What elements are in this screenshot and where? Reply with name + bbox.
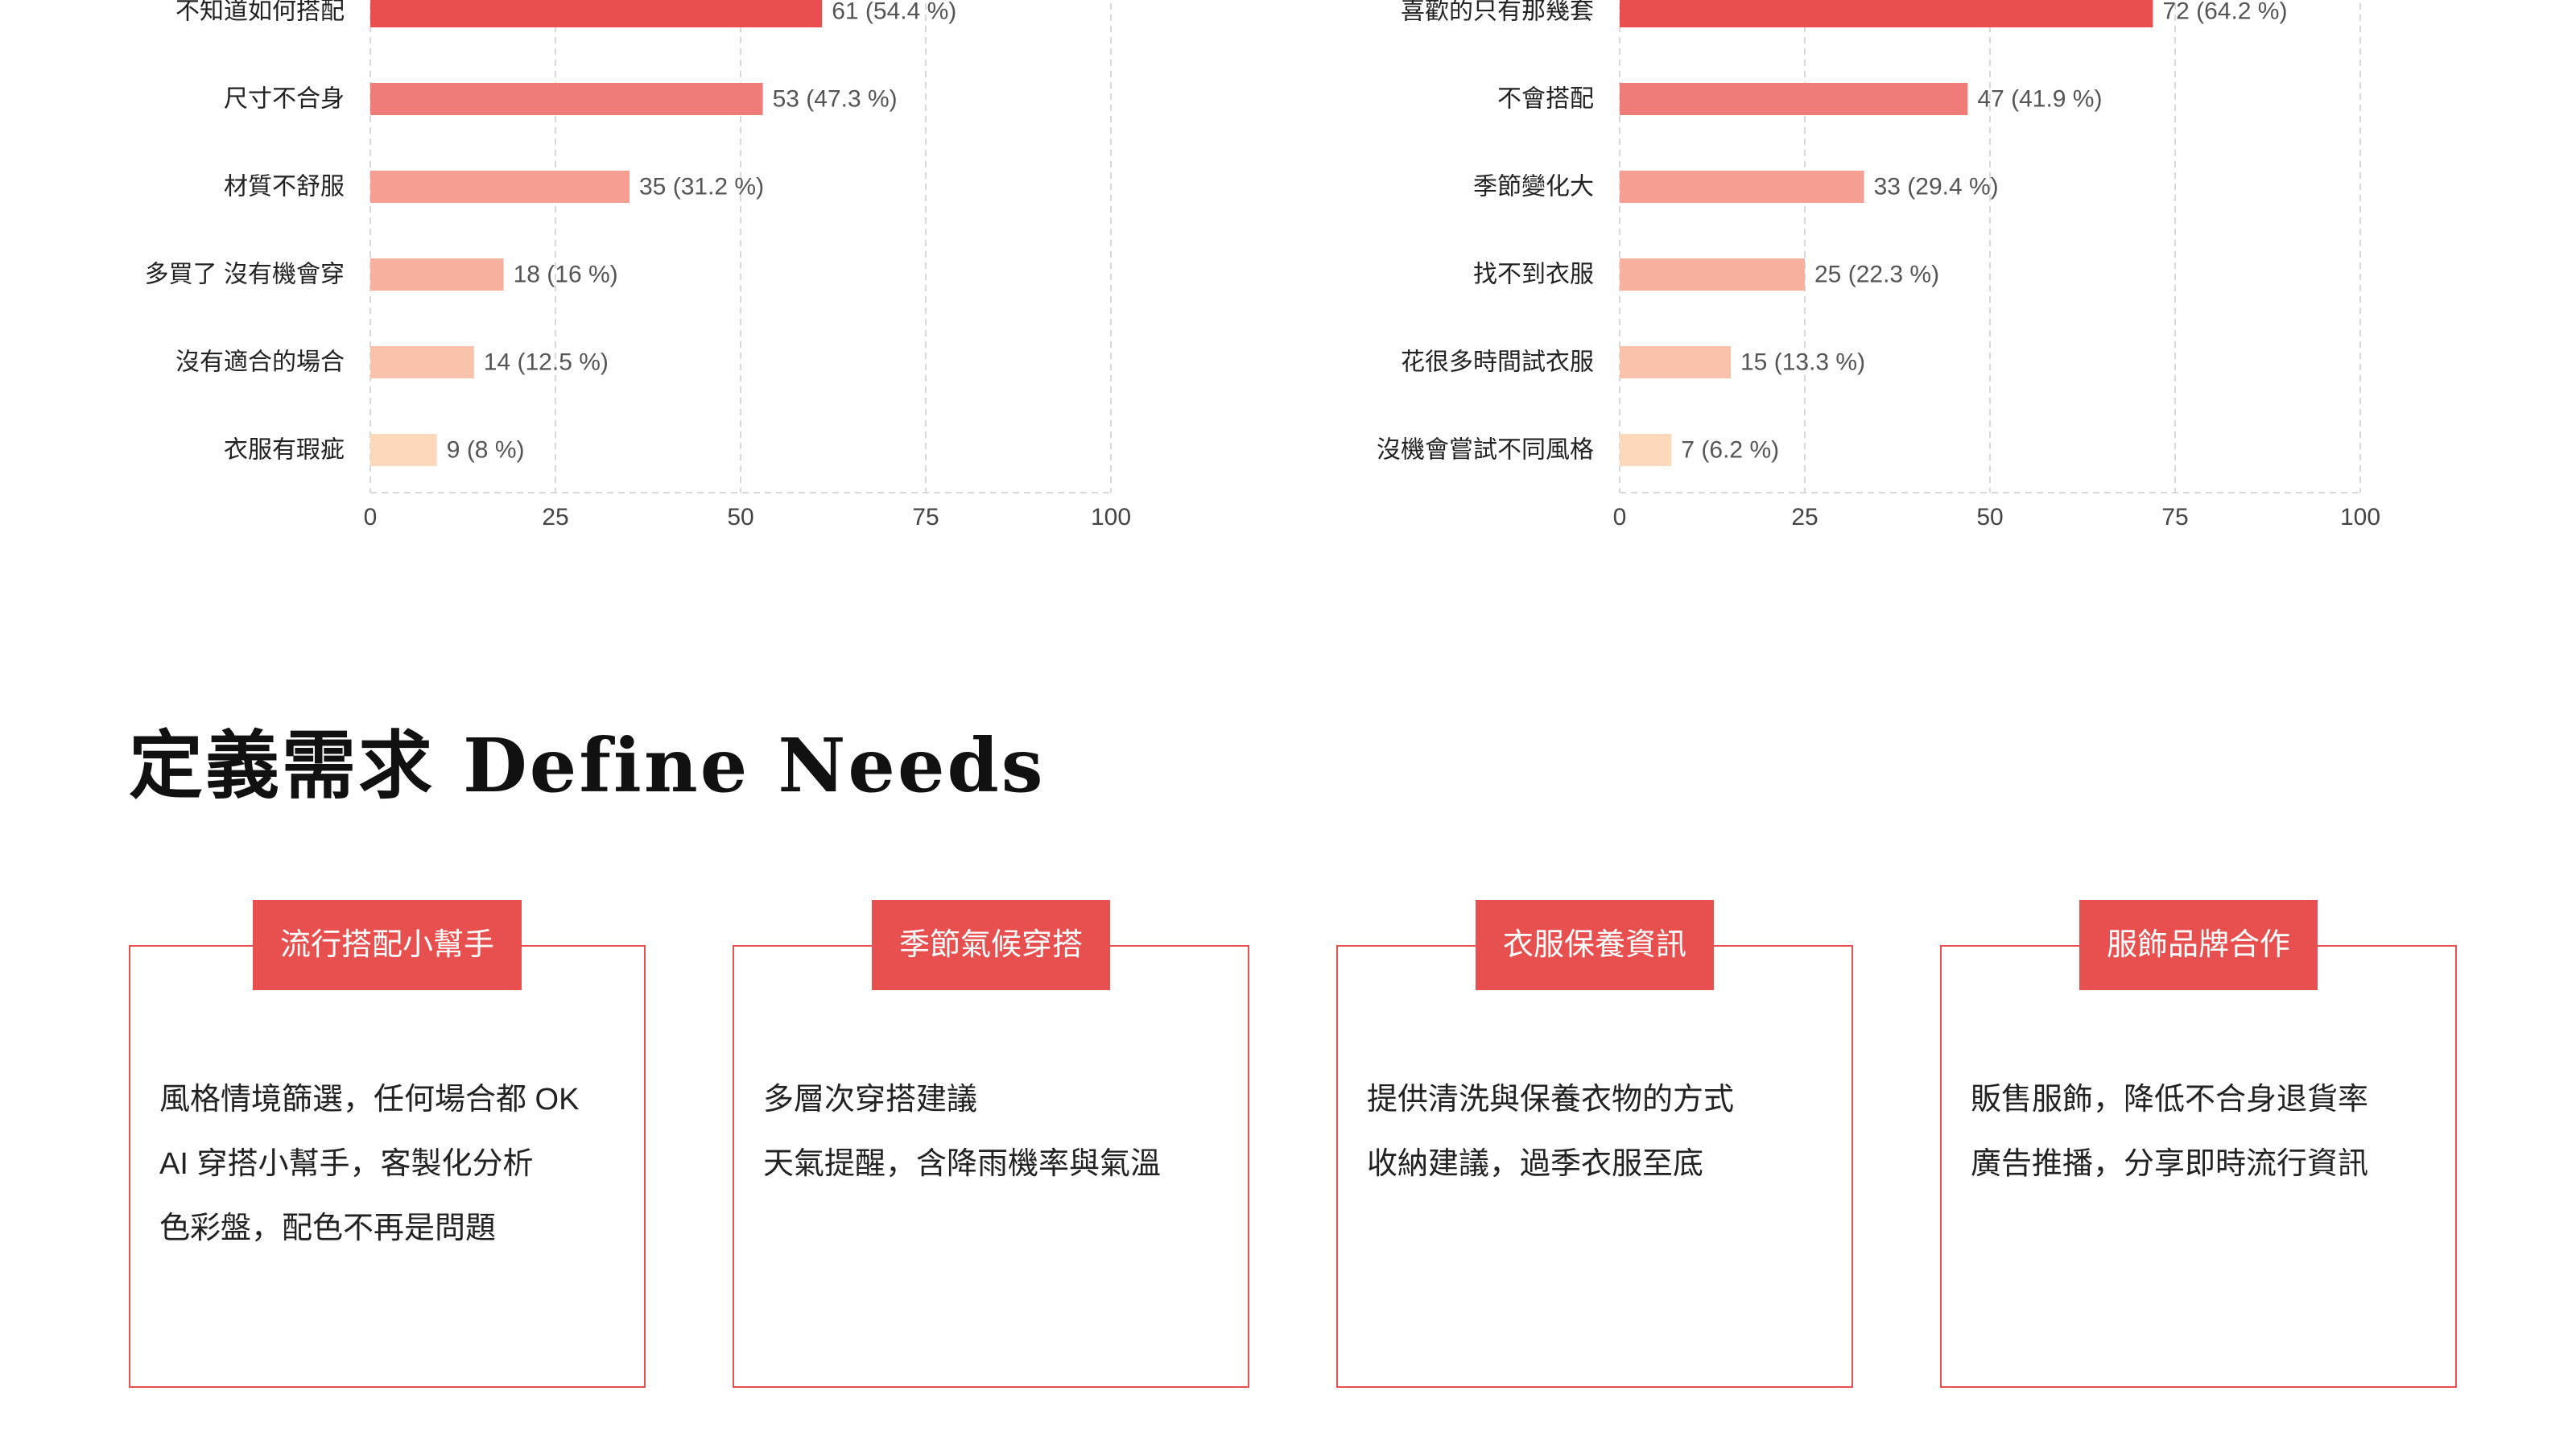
data-label: 7 (6.2 %): [1681, 437, 1779, 464]
need-lines: 提供清洗與保養衣物的方式 收納建議，過季衣服至底: [1367, 1067, 1835, 1196]
category-label: 不知道如何搭配: [175, 0, 345, 25]
category-label: 喜歡的只有那幾套: [1401, 0, 1594, 25]
x-tick-label: 100: [2340, 504, 2380, 530]
x-tick-label: 0: [364, 504, 378, 530]
data-label: 25 (22.3 %): [1814, 262, 1939, 288]
bar: [1620, 171, 1864, 203]
bar: [370, 258, 504, 291]
bar: [370, 346, 474, 378]
need-card-clothing-care: 衣服保養資訊 提供清洗與保養衣物的方式 收納建議，過季衣服至底: [1336, 900, 1853, 1388]
need-card-brand-partnership: 服飾品牌合作 販售服飾，降低不合身退貨率 廣告推播，分享即時流行資訊: [1940, 900, 2457, 1388]
need-card-fashion-helper: 流行搭配小幫手 風格情境篩選，任何場合都 OK AI 穿搭小幫手，客製化分析 色…: [129, 900, 646, 1388]
x-tick-label: 75: [2161, 504, 2188, 530]
need-line: 販售服飾，降低不合身退貨率: [1971, 1083, 2369, 1117]
data-label: 18 (16 %): [514, 262, 618, 288]
need-line: 天氣提醒，含降雨機率與氣溫: [763, 1147, 1162, 1181]
need-line: 收納建議，過季衣服至底: [1367, 1147, 1704, 1181]
data-label: 47 (41.9 %): [1977, 86, 2102, 113]
category-label: 找不到衣服: [1473, 262, 1594, 288]
need-line: 風格情境篩選，任何場合都 OK: [159, 1083, 580, 1117]
bar: [370, 0, 823, 27]
category-label: 衣服有瑕疵: [224, 437, 345, 464]
chart-area: 0 25 50 75 100 不知道如何搭配 61 (54.4 %) 尺寸不合身 53 (47.…: [145, 0, 2380, 530]
bar: [1620, 0, 2153, 27]
x-tick-label: 25: [1791, 504, 1818, 530]
need-tag: 服飾品牌合作: [2079, 900, 2318, 990]
bar: [1620, 83, 1968, 115]
data-label: 15 (13.3 %): [1740, 349, 1865, 376]
need-line: 廣告推播，分享即時流行資訊: [1971, 1147, 2369, 1181]
data-label: 9 (8 %): [447, 437, 525, 464]
bar-chart-left: 0 25 50 75 100 不知道如何搭配 61 (54.4 %) 尺寸不合身 53 (47.…: [145, 0, 1131, 530]
bar: [370, 434, 437, 466]
x-tick-label: 50: [727, 504, 753, 530]
section-title: 定義需求 Define Needs: [129, 722, 1046, 809]
data-label: 53 (47.3 %): [773, 86, 898, 113]
need-tag: 衣服保養資訊: [1475, 900, 1715, 990]
x-tick-label: 100: [1091, 504, 1131, 530]
x-tick-label: 0: [1613, 504, 1627, 530]
bar: [370, 83, 763, 115]
need-line: AI 穿搭小幫手，客製化分析: [159, 1147, 534, 1181]
category-label: 尺寸不合身: [224, 86, 345, 113]
data-label: 72 (64.2 %): [2162, 0, 2287, 25]
category-label: 不會搭配: [1497, 86, 1594, 113]
data-label: 14 (12.5 %): [484, 349, 609, 376]
category-label: 沒有適合的場合: [175, 349, 345, 376]
data-label: 61 (54.4 %): [832, 0, 956, 25]
category-label: 材質不舒服: [224, 174, 345, 200]
category-label: 花很多時間試衣服: [1401, 349, 1594, 376]
need-card-seasonal-outfit: 季節氣候穿搭 多層次穿搭建議 天氣提醒，含降雨機率與氣溫: [733, 900, 1249, 1388]
bar: [1620, 434, 1672, 466]
data-label: 33 (29.4 %): [1874, 174, 1999, 200]
category-label: 多買了 沒有機會穿: [145, 262, 345, 288]
need-tag: 流行搭配小幫手: [252, 900, 522, 990]
need-line: 色彩盤，配色不再是問題: [159, 1212, 497, 1245]
bar: [370, 171, 630, 203]
bar-chart-right: 0 25 50 75 100 喜歡的只有那幾套 72 (64.2 %) 不會搭配 47 (41.…: [1377, 0, 2380, 530]
bar: [1620, 258, 1805, 291]
need-tag: 季節氣候穿搭: [871, 900, 1111, 990]
data-label: 35 (31.2 %): [639, 174, 764, 200]
need-lines: 販售服飾，降低不合身退貨率 廣告推播，分享即時流行資訊: [1971, 1067, 2439, 1196]
x-tick-label: 75: [912, 504, 939, 530]
need-line: 多層次穿搭建議: [763, 1083, 978, 1117]
need-lines: 風格情境篩選，任何場合都 OK AI 穿搭小幫手，客製化分析 色彩盤，配色不再是…: [159, 1067, 628, 1261]
category-label: 沒機會嘗試不同風格: [1377, 437, 1594, 464]
category-label: 季節變化大: [1473, 174, 1594, 200]
x-tick-label: 50: [1976, 504, 2003, 530]
x-tick-label: 25: [542, 504, 568, 530]
need-line: 提供清洗與保養衣物的方式: [1367, 1083, 1735, 1117]
bar: [1620, 346, 1731, 378]
need-lines: 多層次穿搭建議 天氣提醒，含降雨機率與氣溫: [763, 1067, 1232, 1196]
